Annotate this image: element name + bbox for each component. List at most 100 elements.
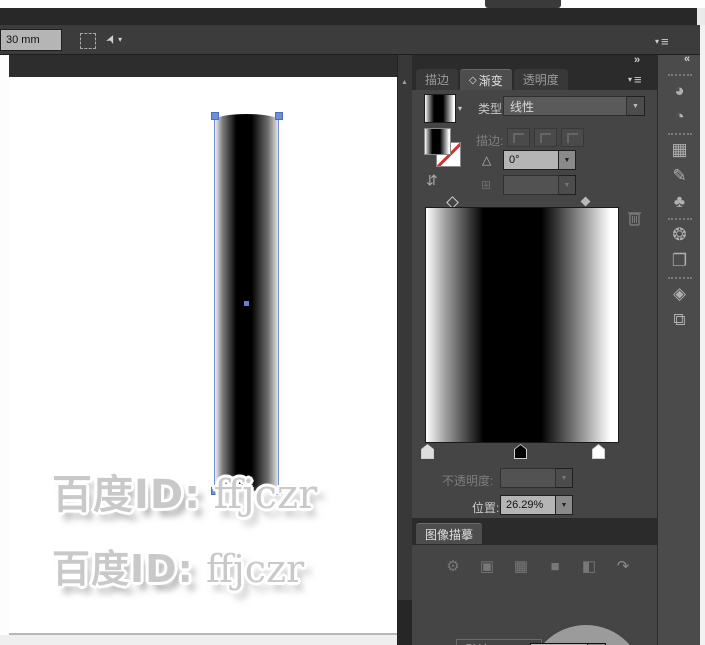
dock-group-handle[interactable] [667,74,692,76]
watermark-cn: 百度ID: [52,547,194,591]
tab-transparency[interactable]: 透明度 [513,69,568,90]
watermark-en: ffjczr [201,472,318,518]
image-trace-body: ⚙ ▣ ▦ ■ ◧ ↷ 预设: [默认] 视图: 描摹结果 26.29% [412,545,657,645]
opacity-input [500,468,556,488]
selection-center-point[interactable] [244,301,249,306]
stroke-along-button[interactable] [534,128,557,147]
chevron-down-icon: ▼ [632,102,639,110]
symbols-panel-icon[interactable]: ♣ [658,189,701,215]
position-label: 位置: [472,501,500,515]
stroke-across-button[interactable] [561,128,584,147]
swatches-panel-icon[interactable]: ▦ [658,137,701,163]
size-input[interactable]: 30 mm [0,29,62,51]
aspect-ratio-input [503,175,559,195]
panel-collapse-icon[interactable]: » [634,54,640,66]
gradient-panel-body: ▾ 类型: 线性 ▼ 描边: △ 0° ▼ ⇵ ⊞ ▼ 不透明度: ▼ 位置: … [412,90,657,518]
stroke-label: 描边: [476,134,504,148]
angle-input[interactable]: 0° [503,150,559,170]
preset-value: [默认] [462,641,493,645]
reverse-gradient-icon[interactable]: ⇵ [426,172,438,189]
gradient-stop-right[interactable] [592,444,605,459]
trace-camera-icon: ▣ [479,558,495,575]
tab-stroke-label: 描边 [425,73,450,87]
brushes-panel-icon[interactable]: ✎ [658,163,701,189]
selection-edge-left[interactable] [214,116,215,489]
chevron-down-icon: ▼ [560,501,568,509]
free-transform-icon[interactable] [80,33,96,49]
scroll-up-arrow-icon[interactable]: ▲ [401,79,408,86]
menu-lines-icon: ≡ [634,72,642,87]
type-dropdown-arrow[interactable]: ▼ [627,96,645,116]
chevron-down-icon: ▼ [560,474,568,482]
aspect-dropdown-arrow: ▼ [559,175,576,195]
partial-window-control [485,0,561,8]
chevron-down-icon: ▾ [628,75,633,84]
position-dropdown-arrow[interactable]: ▼ [556,495,573,515]
scrollbar-bottom-block [398,600,413,645]
color-panel-icon[interactable]: ◕ [658,78,701,104]
trace-icon-row: ⚙ ▣ ▦ ■ ◧ ↷ [438,557,638,576]
angle-dropdown-arrow[interactable]: ▼ [559,150,576,170]
delete-stop-icon[interactable] [627,210,642,226]
dock-group-handle[interactable] [667,133,692,135]
top-edge-strip [0,0,705,8]
title-bar [0,8,697,25]
application-window: 30 mm ➤ ▾ ▾ ≡ 百度ID: ffjczr 百度ID: ffjczr … [0,0,705,645]
pasteboard-dark-band [9,55,397,77]
layers-panel-icon[interactable]: ◈ [658,281,701,307]
position-input[interactable]: 26.29% [500,495,556,515]
vertical-scrollbar[interactable]: ▲ [397,55,413,645]
graphic-styles-panel-icon[interactable]: ❐ [658,248,701,274]
selection-edge-right[interactable] [278,116,279,489]
watermark-line-1: 百度ID: ffjczr [52,462,317,520]
trace-half-icon: ◧ [581,558,597,575]
tab-gradient[interactable]: ◇ 渐变 [460,69,512,90]
gradient-slider-preview[interactable] [425,207,619,443]
tab-stroke[interactable]: 描边 [416,69,459,90]
type-label: 类型: [478,102,506,116]
selection-handle-top-left[interactable] [211,112,219,120]
dock-group-handle[interactable] [667,218,692,220]
position-value: 26.29% [506,499,544,511]
gradient-fill-swatch[interactable] [424,128,451,155]
gradient-stop-left[interactable] [421,444,434,459]
pasteboard-bottom [0,635,397,645]
control-bar-menu-button[interactable]: ▾ ≡ [655,34,669,49]
gradient-diamond-icon: ◇ [469,74,477,86]
watermark-cn: 百度ID: [52,472,202,518]
cursor-highlight-circle [528,625,644,645]
gradient-stop-middle-selected[interactable] [514,444,527,459]
selection-handle-top-right[interactable] [275,112,283,120]
artboards-panel-icon[interactable]: ⧉ [658,307,701,333]
select-similar-button[interactable]: ➤ ▾ [102,31,123,47]
color-guide-panel-icon[interactable]: ◔ [658,104,701,130]
tab-image-trace[interactable]: 图像描摹 [416,523,483,544]
panel-dock: « ◕ ◔ ▦ ✎ ♣ ❂ ❐ ◈ ⧉ [657,53,701,645]
cursor-icon: ➤ [102,31,120,47]
chevron-down-icon: ▼ [563,156,571,164]
panel-tab-row: 描边 ◇ 渐变 透明度 ▾ ≡ [412,68,657,90]
trace-settings-icon: ⚙ [446,558,460,575]
appearance-panel-icon[interactable]: ❂ [658,222,701,248]
title-bar-right-gap [697,8,705,25]
panel-menu-button[interactable]: ▾ ≡ [628,72,642,87]
gradient-swatch-dropdown-icon[interactable]: ▾ [458,104,462,113]
trace-grid-icon: ▦ [513,558,529,575]
type-dropdown[interactable]: 线性 [503,96,627,116]
panel-header: » [412,54,657,68]
gradient-swatch-thumbnail[interactable] [424,94,456,123]
tab-gradient-label: 渐变 [478,73,503,88]
tab-image-trace-label: 图像描摹 [425,527,474,542]
tab-transparency-label: 透明度 [522,73,559,87]
aspect-ratio-icon: ⊞ [481,178,492,192]
type-dropdown-value: 线性 [510,99,535,114]
dock-group-handle[interactable] [667,277,692,279]
menu-lines-icon: ≡ [661,34,669,49]
opacity-dropdown-arrow: ▼ [556,468,573,488]
dock-expand-icon[interactable]: « [684,53,690,65]
chevron-down-icon: ▼ [563,181,571,189]
angle-value: 0° [509,154,520,166]
gradient-midpoint-2[interactable] [580,196,591,207]
stroke-within-button[interactable] [507,128,530,147]
chevron-down-icon: ▾ [655,37,660,46]
